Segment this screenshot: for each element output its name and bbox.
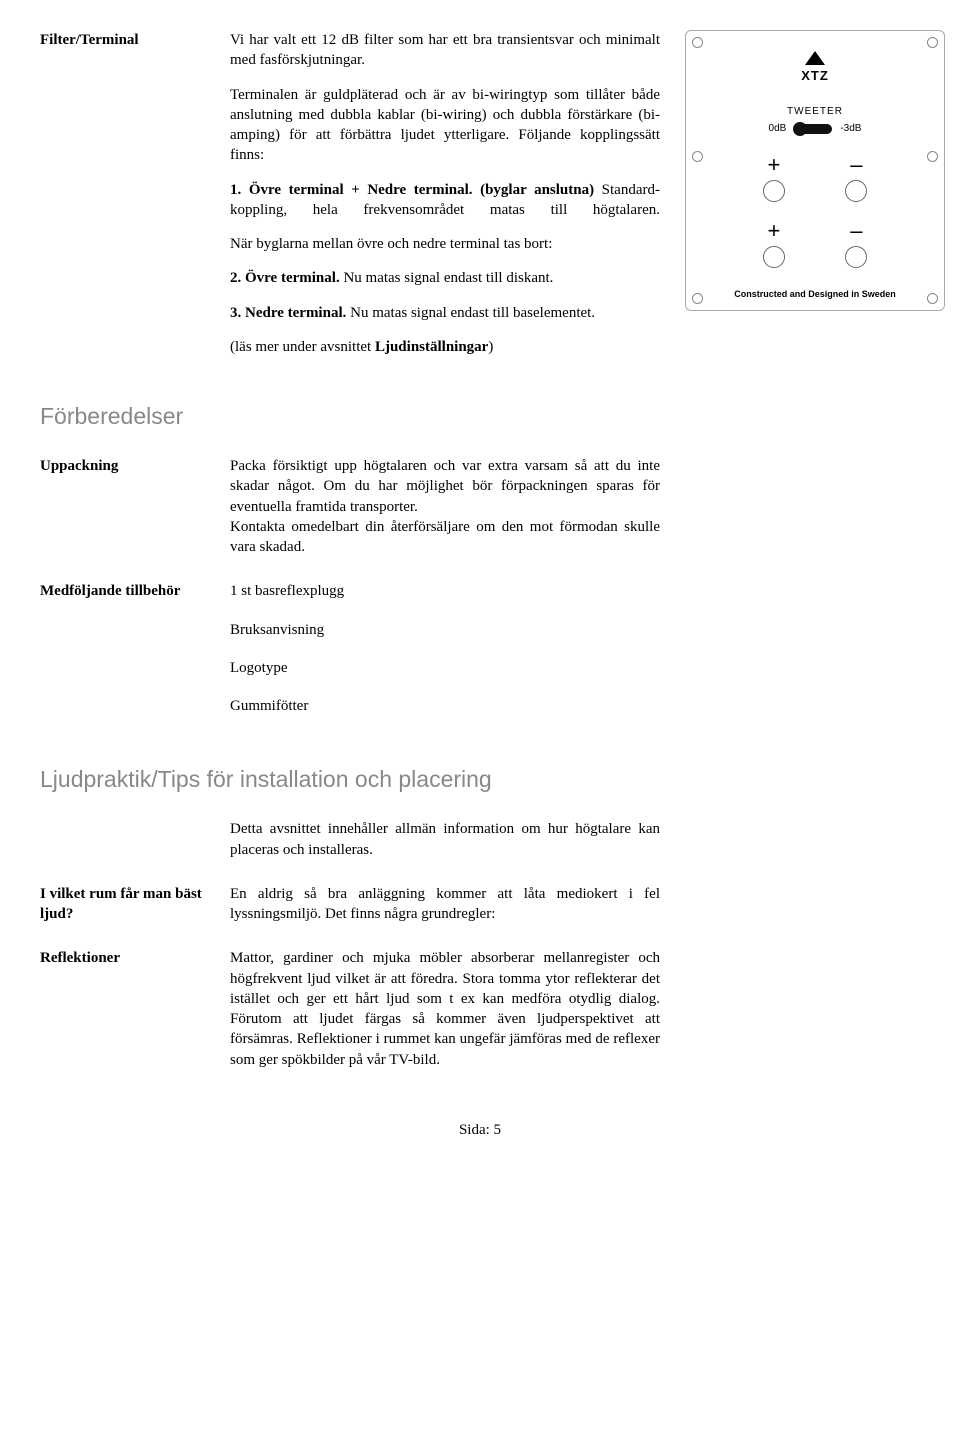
binding-post-icon	[763, 180, 785, 202]
tips-intro-label	[40, 819, 230, 860]
filter-p3-bold: 1. Övre terminal + Nedre terminal. (bygl…	[230, 182, 594, 198]
filter-body: Vi har valt ett 12 dB filter som har ett…	[230, 30, 670, 371]
plus-icon: +	[767, 154, 780, 176]
upper-pm-row: + –	[700, 154, 930, 176]
screw-icon	[692, 293, 703, 304]
screw-icon	[927, 37, 938, 48]
room-body: En aldrig så bra anläggning kommer att l…	[230, 884, 670, 925]
switch-knob-icon	[793, 122, 807, 136]
filter-p5-bold: 2. Övre terminal.	[230, 270, 340, 286]
filter-p5: 2. Övre terminal. Nu matas signal endast…	[230, 268, 660, 288]
tips-intro-section: Detta avsnittet innehåller allmän inform…	[40, 819, 920, 860]
room-label: I vilket rum får man bäst ljud?	[40, 884, 230, 925]
switch-track-icon	[794, 124, 832, 134]
reflections-body: Mattor, gardiner och mjuka möbler absorb…	[230, 948, 670, 1070]
filter-p4: När byglarna mellan övre och nedre termi…	[230, 234, 660, 254]
accessories-section: Medföljande tillbehör 1 st basreflexplug…	[40, 581, 920, 734]
screw-icon	[927, 293, 938, 304]
unpack-label: Uppackning	[40, 456, 230, 557]
reflections-label: Reflektioner	[40, 948, 230, 1070]
accessory-item: Bruksanvisning	[230, 620, 660, 640]
terminal-panel: XTZ TWEETER 0dB -3dB + –	[685, 30, 945, 311]
screw-icon	[692, 37, 703, 48]
prep-heading: Förberedelser	[40, 401, 920, 432]
filter-p6: 3. Nedre terminal. Nu matas signal endas…	[230, 303, 660, 323]
filter-p6-bold: 3. Nedre terminal.	[230, 305, 346, 321]
terminal-panel-wrap: XTZ TWEETER 0dB -3dB + –	[670, 30, 945, 371]
minus-icon: –	[850, 220, 862, 242]
db-0-label: 0dB	[769, 122, 787, 136]
filter-p2: Terminalen är guldpläterad och är av bi-…	[230, 85, 660, 166]
lower-terminal-block: + –	[700, 220, 930, 268]
binding-post-icon	[845, 180, 867, 202]
unpack-p2: Kontakta omedelbart din återförsäljare o…	[230, 517, 660, 558]
filter-p7-a: (läs mer under avsnittet	[230, 339, 375, 355]
logo-triangle-icon	[805, 51, 825, 65]
unpack-section: Uppackning Packa försiktigt upp högtalar…	[40, 456, 920, 557]
tips-heading: Ljudpraktik/Tips för installation och pl…	[40, 764, 920, 795]
screw-icon	[927, 151, 938, 162]
reflections-section: Reflektioner Mattor, gardiner och mjuka …	[40, 948, 920, 1070]
binding-post-icon	[845, 246, 867, 268]
lower-pm-row: + –	[700, 220, 930, 242]
minus-icon: –	[850, 154, 862, 176]
filter-p5-tail: Nu matas signal endast till diskant.	[340, 270, 554, 286]
screw-icon	[692, 151, 703, 162]
tweeter-label: TWEETER	[700, 105, 930, 119]
accessory-item: 1 st basreflexplugg	[230, 581, 660, 601]
lower-post-row	[700, 246, 930, 268]
xtz-logo: XTZ	[801, 51, 829, 85]
panel-footer: Constructed and Designed in Sweden	[700, 288, 930, 300]
page-footer: Sida: 5	[40, 1120, 920, 1140]
accessories-body: 1 st basreflexplugg Bruksanvisning Logot…	[230, 581, 670, 734]
accessory-item: Gummifötter	[230, 696, 660, 716]
filter-p7: (läs mer under avsnittet Ljudinställning…	[230, 337, 660, 357]
filter-p3: 1. Övre terminal + Nedre terminal. (bygl…	[230, 180, 660, 221]
tweeter-switch: 0dB -3dB	[700, 122, 930, 136]
tips-intro-body: Detta avsnittet innehåller allmän inform…	[230, 819, 670, 860]
filter-p6-tail: Nu matas signal endast till baselementet…	[346, 305, 595, 321]
room-section: I vilket rum får man bäst ljud? En aldri…	[40, 884, 920, 925]
accessory-item: Logotype	[230, 658, 660, 678]
filter-p1: Vi har valt ett 12 dB filter som har ett…	[230, 30, 660, 71]
db-3-label: -3dB	[840, 122, 861, 136]
filter-p7-b: Ljudinställningar	[375, 339, 488, 355]
unpack-body: Packa försiktigt upp högtalaren och var …	[230, 456, 670, 557]
accessories-label: Medföljande tillbehör	[40, 581, 230, 734]
logo-text: XTZ	[801, 67, 829, 85]
plus-icon: +	[767, 220, 780, 242]
filter-label: Filter/Terminal	[40, 30, 230, 371]
filter-p7-c: )	[488, 339, 493, 355]
unpack-p1: Packa försiktigt upp högtalaren och var …	[230, 456, 660, 517]
upper-terminal-block: + –	[700, 154, 930, 202]
filter-terminal-section: Filter/Terminal Vi har valt ett 12 dB fi…	[40, 30, 920, 371]
upper-post-row	[700, 180, 930, 202]
binding-post-icon	[763, 246, 785, 268]
